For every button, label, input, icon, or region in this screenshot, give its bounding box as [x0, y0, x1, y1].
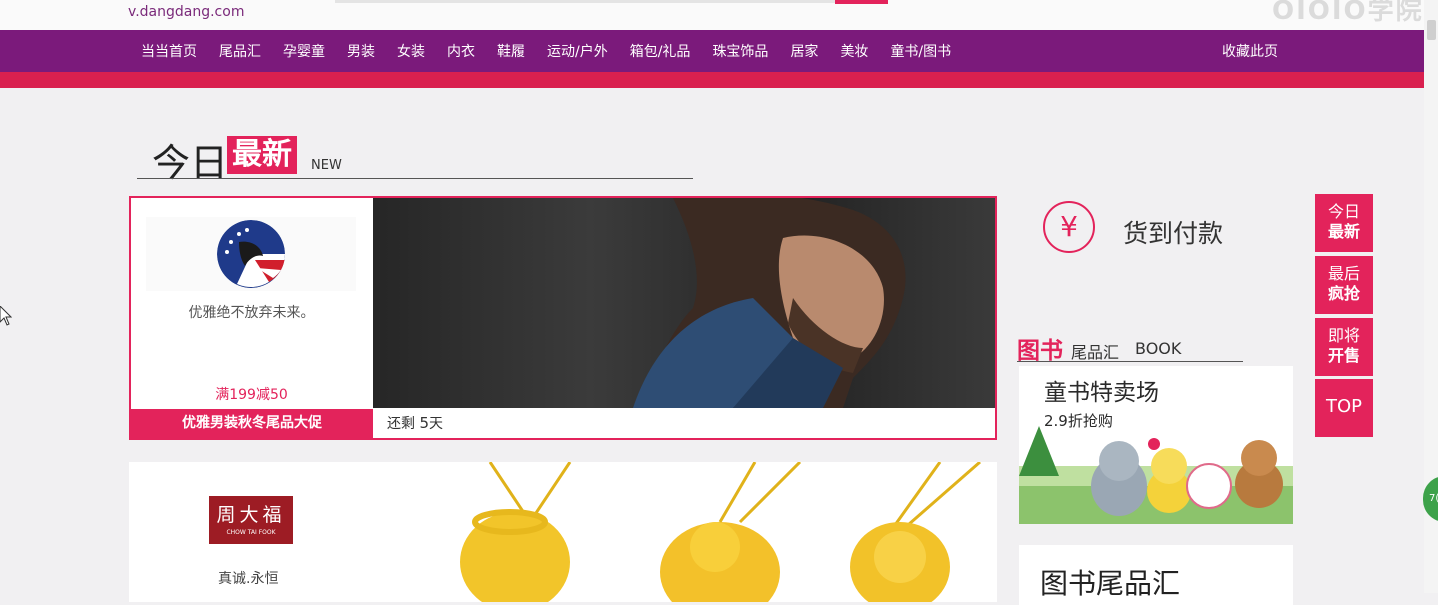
section-title-en: NEW	[311, 158, 342, 173]
side-nav-last-chance[interactable]: 最后 疯抢	[1315, 256, 1373, 314]
nav-item-outlet[interactable]: 尾品汇	[208, 41, 272, 61]
promo-title-bar[interactable]: 优雅男装秋冬尾品大促	[131, 409, 373, 438]
side-nav-line1: 最后	[1327, 264, 1360, 283]
nav-item-menswear[interactable]: 男装	[336, 41, 386, 61]
hero-banner-image[interactable]	[373, 198, 995, 408]
side-nav-line1: 今日	[1327, 202, 1360, 221]
book-banner-title: 童书特卖场	[1044, 380, 1159, 406]
countdown: 还剩 5天	[387, 413, 443, 433]
nav-item-beauty[interactable]: 美妆	[829, 41, 879, 61]
brand-logo[interactable]	[217, 220, 285, 288]
book-banner-subtitle: 2.9折抢购	[1044, 412, 1113, 430]
book-section-divider	[1017, 361, 1243, 362]
side-nav-line2: 开售	[1327, 346, 1360, 365]
book-section-subtitle: 尾品汇	[1071, 343, 1120, 362]
discount-offer: 满199减50	[215, 387, 288, 403]
countdown-days: 5	[419, 414, 429, 432]
logo-cn-text: 周大福	[216, 504, 286, 526]
main-nav-list: 当当首页 尾品汇 孕婴童 男装 女装 内衣 鞋履 运动/户外 箱包/礼品 珠宝饰…	[130, 30, 962, 72]
brand-slogan: 优雅绝不放弃未来。	[188, 305, 315, 321]
nav-item-jewelry[interactable]: 珠宝饰品	[701, 41, 779, 61]
search-input-edge[interactable]	[335, 0, 835, 3]
cash-on-delivery-label: 货到付款	[1123, 219, 1224, 248]
mouse-cursor-icon	[0, 305, 13, 330]
jewelry-slogan: 真诚.永恒	[218, 571, 279, 587]
nav-item-books[interactable]: 童书/图书	[879, 41, 962, 61]
jewelry-banner-image[interactable]	[420, 462, 997, 602]
section-title-highlight: 最新	[227, 136, 297, 174]
book-outlet-title: 图书尾品汇	[1040, 567, 1181, 600]
book-section-en: BOOK	[1135, 339, 1182, 358]
side-nav-line1: TOP	[1325, 396, 1363, 417]
search-button-edge[interactable]	[835, 0, 888, 4]
nav-item-sports[interactable]: 运动/户外	[536, 41, 619, 61]
nav-item-underwear[interactable]: 内衣	[436, 41, 486, 61]
site-url-link[interactable]: v.dangdang.com	[128, 4, 244, 20]
nav-item-womenswear[interactable]: 女装	[386, 41, 436, 61]
nav-item-home-living[interactable]: 居家	[779, 41, 829, 61]
side-nav-today-new[interactable]: 今日 最新	[1315, 194, 1373, 252]
bookmark-page-link[interactable]: 收藏此页	[1222, 41, 1278, 61]
section-divider	[137, 178, 693, 179]
nav-item-bags[interactable]: 箱包/礼品	[619, 41, 702, 61]
side-nav-line2: 疯抢	[1327, 284, 1360, 303]
nav-accent-stripe	[0, 72, 1424, 88]
countdown-prefix: 还剩	[387, 416, 415, 432]
side-nav-coming-soon[interactable]: 即将 开售	[1315, 318, 1373, 376]
video-watermark: OIOIO学院	[1272, 0, 1424, 26]
nav-item-home[interactable]: 当当首页	[130, 41, 208, 61]
yuan-icon: ¥	[1043, 201, 1095, 253]
chow-tai-fook-logo[interactable]: 周大福 CHOW TAI FOOK	[209, 496, 293, 544]
back-to-top-button[interactable]: TOP	[1315, 379, 1373, 437]
countdown-unit: 天	[429, 416, 443, 432]
nav-item-shoes[interactable]: 鞋履	[486, 41, 536, 61]
logo-en-text: CHOW TAI FOOK	[226, 529, 276, 536]
side-nav-line2: 最新	[1327, 222, 1360, 241]
book-section-title: 图书	[1017, 338, 1063, 364]
side-nav-line1: 即将	[1327, 326, 1360, 345]
nav-item-baby[interactable]: 孕婴童	[272, 41, 336, 61]
scrollbar-thumb[interactable]	[1427, 20, 1436, 40]
